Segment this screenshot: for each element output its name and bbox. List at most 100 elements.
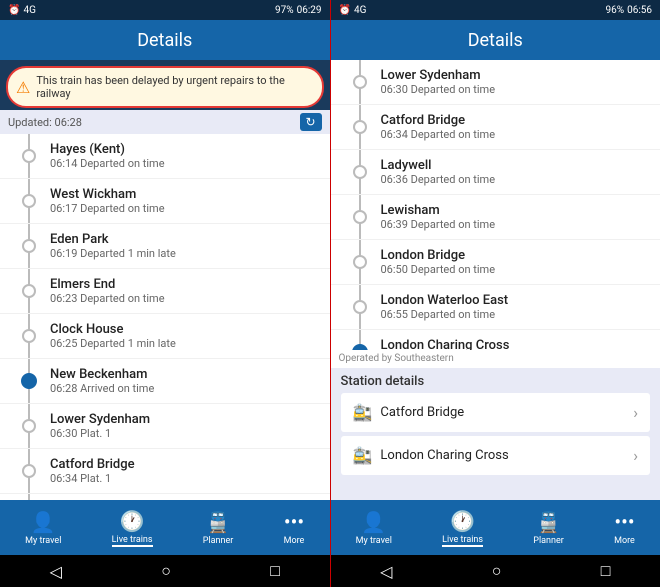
station-details-title: Station details <box>341 374 651 389</box>
nav-planner-left[interactable]: 🚆 Planner <box>203 510 234 546</box>
nav-my-travel-right[interactable]: 👤 My travel <box>356 510 392 546</box>
rail-icon-charing: 🚉 <box>353 446 373 465</box>
list-item: West Wickham 06:17 Departed on time <box>0 179 330 224</box>
station-name-charing: London Charing Cross <box>380 448 508 463</box>
list-item: Ladywell 06:36 Plat. 1 <box>0 494 330 500</box>
stop-dot <box>353 75 367 89</box>
stop-content: Ladywell 06:36 Departed on time <box>381 158 496 186</box>
status-bar-left: ⏰ 4G 97% 06:29 <box>0 0 330 20</box>
page-title-left: Details <box>137 30 192 51</box>
stop-dot <box>22 239 36 253</box>
stop-dot <box>353 210 367 224</box>
person-icon: 👤 <box>31 510 56 534</box>
list-item: Ladywell 06:36 Departed on time <box>331 150 660 195</box>
person-icon2: 👤 <box>361 510 386 534</box>
status-bar-right: ⏰ 4G 96% 06:56 <box>331 0 660 20</box>
stop-content: Catford Bridge 06:34 Plat. 1 <box>50 457 135 485</box>
station-item-left: 🚉 Catford Bridge <box>353 403 465 422</box>
train-icon: 🚆 <box>206 510 231 534</box>
stop-dot <box>353 300 367 314</box>
status-icons-left: ⏰ 4G <box>8 5 36 16</box>
list-item: Hayes (Kent) 06:14 Departed on time <box>0 134 330 179</box>
list-item: Eden Park 06:19 Departed 1 min late <box>0 224 330 269</box>
back-button-left[interactable]: ◁ <box>50 562 62 581</box>
stop-content: London Charing Cross 07:01 Arrived on ti… <box>381 338 510 350</box>
chevron-icon-catford: › <box>633 403 638 422</box>
status-icons-left2: ⏰ 4G <box>339 5 367 16</box>
list-item: Clock House 06:25 Departed 1 min late <box>0 314 330 359</box>
spacer-right <box>331 485 660 500</box>
nav-my-travel-left[interactable]: 👤 My travel <box>25 510 61 546</box>
stop-dot <box>22 194 36 208</box>
stop-content: Catford Bridge 06:34 Departed on time <box>381 113 496 141</box>
stop-content: London Bridge 06:50 Departed on time <box>381 248 496 276</box>
more-icon: ••• <box>284 510 304 534</box>
status-icons-right2: 96% 06:56 <box>606 5 652 16</box>
alarm-icon2: ⏰ <box>339 5 351 16</box>
list-item: Lewisham 06:39 Departed on time <box>331 195 660 240</box>
alert-icon: ⚠ <box>16 78 30 97</box>
time-display: 06:29 <box>297 5 322 16</box>
station-item-catford[interactable]: 🚉 Catford Bridge › <box>341 393 651 432</box>
nav-live-trains-left[interactable]: 🕐 Live trains <box>112 509 153 547</box>
battery-text2: 96% <box>606 5 625 16</box>
refresh-button[interactable]: ↻ <box>300 113 322 131</box>
recent-button-right[interactable]: □ <box>601 561 611 581</box>
nav-more-right[interactable]: ••• More <box>614 510 635 546</box>
alarm-icon: ⏰ <box>8 5 20 16</box>
list-item: Lower Sydenham 06:30 Departed on time <box>331 60 660 105</box>
alert-text: This train has been delayed by urgent re… <box>36 74 313 100</box>
back-button-right[interactable]: ◁ <box>380 562 392 581</box>
title-bar-left: Details <box>0 20 330 60</box>
stop-content: Elmers End 06:23 Departed on time <box>50 277 165 305</box>
more-icon2: ••• <box>614 510 634 534</box>
stop-dot <box>22 284 36 298</box>
station-details-section: Station details 🚉 Catford Bridge › 🚉 Lon… <box>331 368 660 485</box>
stop-content: Hayes (Kent) 06:14 Departed on time <box>50 142 165 170</box>
home-button-left[interactable]: ○ <box>161 561 171 581</box>
stop-content: Lower Sydenham 06:30 Plat. 1 <box>50 412 150 440</box>
bottom-nav-right: 👤 My travel 🕐 Live trains 🚆 Planner ••• … <box>331 500 660 555</box>
list-item: Catford Bridge 06:34 Departed on time <box>331 105 660 150</box>
stop-dot <box>353 120 367 134</box>
stop-dot <box>22 329 36 343</box>
station-item-left2: 🚉 London Charing Cross <box>353 446 509 465</box>
stop-content: London Waterloo East 06:55 Departed on t… <box>381 293 509 321</box>
list-item: New Beckenham 06:28 Arrived on time <box>0 359 330 404</box>
stop-content: Clock House 06:25 Departed 1 min late <box>50 322 176 350</box>
recent-button-left[interactable]: □ <box>270 561 280 581</box>
updated-text: Updated: 06:28 <box>8 116 82 129</box>
bottom-nav-left: 👤 My travel 🕐 Live trains 🚆 Planner ••• … <box>0 500 330 555</box>
operated-by-text: Operated by Southeastern <box>331 350 660 368</box>
screen-right: ⏰ 4G 96% 06:56 Details Lower Sydenham 06… <box>331 0 660 587</box>
stop-content: Eden Park 06:19 Departed 1 min late <box>50 232 176 260</box>
station-item-charing-cross[interactable]: 🚉 London Charing Cross › <box>341 436 651 475</box>
nav-planner-right[interactable]: 🚆 Planner <box>533 510 564 546</box>
battery-text: 97% <box>275 5 294 16</box>
alert-banner: ⚠ This train has been delayed by urgent … <box>6 66 324 108</box>
system-nav-left: ◁ ○ □ <box>0 555 330 587</box>
home-button-right[interactable]: ○ <box>492 561 502 581</box>
train-list-left: Hayes (Kent) 06:14 Departed on time West… <box>0 134 330 500</box>
clock-icon: 🕐 <box>120 509 145 533</box>
stop-content: Lewisham 06:39 Departed on time <box>381 203 496 231</box>
stop-dot-current <box>21 373 37 389</box>
stop-content: New Beckenham 06:28 Arrived on time <box>50 367 154 395</box>
train-icon2: 🚆 <box>536 510 561 534</box>
signal-icon: 4G <box>23 5 35 16</box>
stop-dot-current <box>352 344 368 350</box>
list-item: Catford Bridge 06:34 Plat. 1 <box>0 449 330 494</box>
nav-live-trains-right[interactable]: 🕐 Live trains <box>442 509 483 547</box>
stop-content: West Wickham 06:17 Departed on time <box>50 187 165 215</box>
clock-icon2: 🕐 <box>450 509 475 533</box>
title-bar-right: Details <box>331 20 660 60</box>
rail-icon-catford: 🚉 <box>353 403 373 422</box>
list-item: London Bridge 06:50 Departed on time <box>331 240 660 285</box>
time-display2: 06:56 <box>627 5 652 16</box>
nav-more-left[interactable]: ••• More <box>284 510 305 546</box>
station-name-catford: Catford Bridge <box>380 405 464 420</box>
stop-dot <box>353 165 367 179</box>
stop-dot <box>22 419 36 433</box>
list-item: Elmers End 06:23 Departed on time <box>0 269 330 314</box>
train-list-right: Lower Sydenham 06:30 Departed on time Ca… <box>331 60 660 350</box>
